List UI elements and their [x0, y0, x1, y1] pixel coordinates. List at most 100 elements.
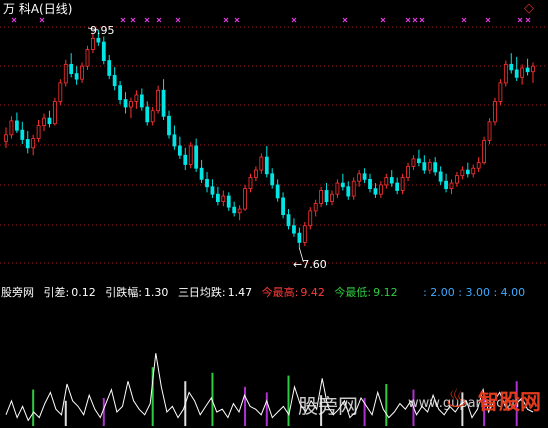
sanri-label: 三日均跌: — [177, 286, 226, 299]
candle-body — [465, 169, 470, 175]
signal-marker — [175, 17, 181, 23]
sanri-value: 1.47 — [227, 286, 253, 299]
candle-body — [63, 63, 68, 84]
candle-body — [177, 145, 182, 156]
signal-marker — [291, 17, 297, 23]
candle-body — [368, 178, 372, 190]
candle-body — [226, 195, 231, 208]
candle-body — [150, 110, 155, 123]
candle-body — [112, 75, 117, 87]
signal-marker — [380, 17, 386, 23]
candle-body — [411, 158, 416, 167]
candle-body — [330, 193, 334, 203]
candle-body — [455, 175, 459, 184]
min-label: 今最低: — [334, 286, 372, 299]
signal-marker — [525, 17, 531, 23]
candle-body — [264, 156, 269, 175]
signal-marker — [223, 17, 229, 23]
candle-body — [69, 63, 74, 74]
candle-body — [25, 139, 30, 149]
candle-body — [167, 115, 171, 136]
candle-body — [493, 101, 497, 123]
candle-body — [53, 101, 57, 125]
candle-body — [482, 139, 486, 164]
candle-body — [346, 186, 351, 197]
candle-body — [438, 171, 443, 182]
candle-body — [487, 121, 492, 141]
candle-body — [74, 73, 79, 80]
candle-body — [172, 134, 177, 147]
candle-body — [248, 177, 253, 190]
candle-body — [20, 129, 25, 140]
candle-body — [389, 177, 394, 184]
candle-body — [531, 65, 535, 73]
candle-body — [406, 165, 410, 178]
candle-body — [156, 89, 161, 112]
candle-body — [123, 99, 128, 108]
candle-body — [525, 67, 530, 73]
candle-body — [324, 190, 329, 203]
flame-logo-icon: ♨ — [445, 384, 469, 414]
candle-body — [232, 206, 237, 214]
candle-body — [520, 67, 525, 78]
signal-marker — [461, 17, 467, 23]
watermark-brand: 智股网 — [478, 390, 541, 414]
yindiefu-label: 引跌幅: — [105, 286, 142, 299]
chart-window: 万 科A(日线) ◇ 9.95 ←7.60 股旁网 引差: 0.12 引跌幅: 1.… — [0, 0, 548, 428]
candle-body — [297, 232, 302, 243]
candle-body — [42, 117, 46, 126]
candle-body — [292, 225, 296, 234]
candle-body — [210, 186, 215, 195]
candle-body — [91, 37, 95, 50]
signal-marker — [412, 17, 418, 23]
candle-body — [85, 49, 90, 67]
signal-marker — [342, 17, 348, 23]
candle-body — [259, 156, 264, 171]
candle-body — [302, 225, 307, 243]
candle-body — [417, 158, 421, 164]
signal-marker — [405, 17, 411, 23]
candle-body — [444, 180, 448, 190]
yincha-value: 0.12 — [71, 286, 96, 299]
signal-marker — [156, 17, 162, 23]
candle-body — [351, 180, 356, 197]
candle-body — [183, 154, 188, 165]
candle-body — [378, 184, 383, 195]
candle-body — [270, 173, 275, 186]
candle-body — [427, 162, 432, 171]
candle-body — [395, 182, 400, 191]
candle-body — [107, 60, 112, 76]
candle-body — [139, 94, 144, 108]
candle-body — [118, 85, 122, 100]
candle-body — [357, 173, 362, 182]
candle-body — [335, 182, 340, 195]
signal-marker — [517, 17, 523, 23]
candle-body — [205, 178, 209, 188]
max-label: 今最高: — [261, 286, 299, 299]
diamond-icon[interactable]: ◇ — [524, 2, 534, 15]
candle-body — [221, 195, 226, 203]
signal-marker — [144, 17, 150, 23]
candle-body — [58, 82, 63, 102]
candle-body — [281, 197, 285, 216]
candle-body — [254, 169, 258, 178]
candle-body — [47, 117, 52, 125]
candle-body — [313, 203, 318, 212]
signal-marker — [120, 17, 126, 23]
candle-body — [243, 188, 247, 210]
candle-body — [31, 138, 36, 149]
candle-body — [161, 89, 166, 117]
candle-body — [101, 41, 106, 62]
candle-body — [373, 188, 378, 195]
candle-body — [286, 214, 291, 227]
candle-body — [422, 162, 427, 171]
candle-body — [319, 190, 324, 204]
candle-body — [215, 193, 220, 203]
candlestick-chart[interactable] — [0, 0, 548, 284]
candle-body — [9, 120, 14, 136]
indicator-readout: 股旁网 引差: 0.12 引跌幅: 1.30 三日均跌: 1.47 今最高: 9.42 … — [0, 286, 525, 300]
candle-body — [96, 37, 101, 43]
signal-marker — [485, 17, 491, 23]
candle-body — [400, 177, 405, 191]
signal-marker — [234, 17, 240, 23]
